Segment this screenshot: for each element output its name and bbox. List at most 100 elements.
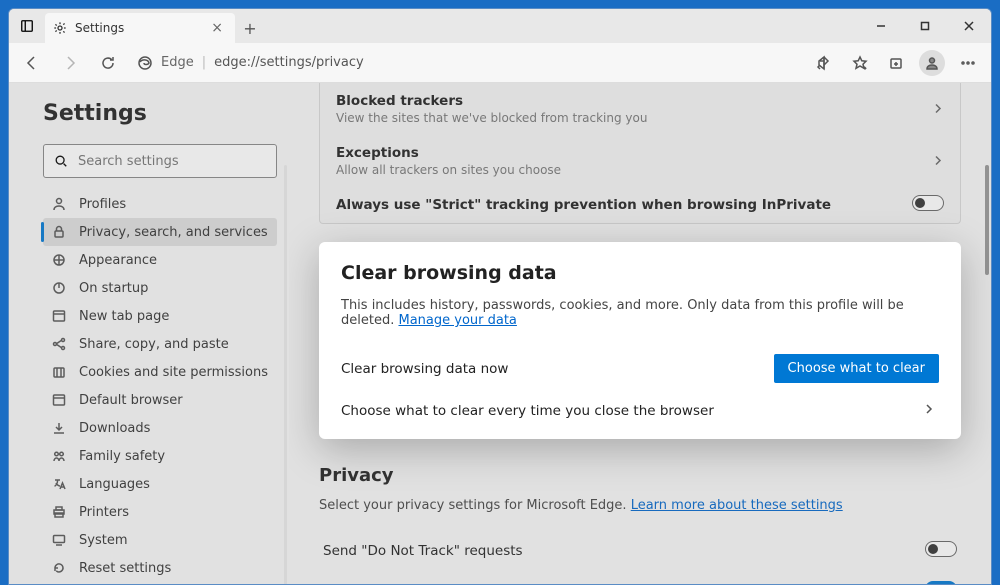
sidebar-item-label: Appearance: [79, 253, 157, 268]
titlebar: Settings × +: [9, 9, 991, 43]
clear-data-description: This includes history, passwords, cookie…: [341, 298, 939, 328]
close-button[interactable]: [947, 9, 991, 43]
sidebar-item-system[interactable]: System: [43, 526, 277, 554]
search-input[interactable]: [78, 154, 266, 169]
refresh-button[interactable]: [91, 47, 125, 79]
edge-icon: [137, 55, 153, 71]
strict-inprivate-toggle[interactable]: [912, 195, 944, 215]
reset-icon: [51, 560, 67, 576]
sidebar-item-label: Default browser: [79, 393, 183, 408]
window-controls: [859, 9, 991, 43]
download-icon: [51, 420, 67, 436]
favorites-icon[interactable]: [843, 47, 877, 79]
app-menu-icon[interactable]: [9, 9, 45, 43]
sidebar-item-languages[interactable]: Languages: [43, 470, 277, 498]
settings-heading: Settings: [43, 101, 277, 126]
dnt-label: Send "Do Not Track" requests: [323, 543, 523, 559]
tab-title: Settings: [75, 21, 124, 35]
gear-icon: [53, 21, 67, 35]
dnt-row: Send "Do Not Track" requests: [319, 531, 961, 571]
manage-your-data-link[interactable]: Manage your data: [398, 313, 516, 328]
browser-window: Settings × + Edge | edge://settings/priv…: [8, 8, 992, 585]
browser-tab[interactable]: Settings ×: [45, 13, 235, 43]
url-text: edge://settings/privacy: [214, 55, 364, 70]
power-icon: [51, 280, 67, 296]
sidebar-item-label: Family safety: [79, 449, 165, 464]
chevron-right-icon: [932, 152, 944, 171]
collections-icon[interactable]: [879, 47, 913, 79]
family-icon: [51, 448, 67, 464]
sidebar-item-privacy-search-and-services[interactable]: Privacy, search, and services: [43, 218, 277, 246]
search-settings-box[interactable]: [43, 144, 277, 178]
sidebar-item-label: Profiles: [79, 197, 126, 212]
sidebar-item-label: Reset settings: [79, 561, 171, 576]
language-icon: [51, 476, 67, 492]
minimize-button[interactable]: [859, 9, 903, 43]
profile-avatar[interactable]: [915, 47, 949, 79]
blocked-trackers-title: Blocked trackers: [336, 93, 944, 109]
newtab-icon: [51, 308, 67, 324]
privacy-description: Select your privacy settings for Microso…: [319, 498, 961, 513]
system-icon: [51, 532, 67, 548]
sidebar-item-share-copy-and-paste[interactable]: Share, copy, and paste: [43, 330, 277, 358]
toolbar: Edge | edge://settings/privacy: [9, 43, 991, 83]
settings-nav: Profiles Privacy, search, and services App…: [43, 190, 277, 584]
profile-icon: [51, 196, 67, 212]
sidebar-item-label: System: [79, 533, 127, 548]
sidebar-item-phone-and-other-devices[interactable]: Phone and other devices: [43, 582, 277, 584]
payment-check-row: Allow sites to check if you have payment…: [319, 571, 961, 584]
chevron-right-icon: [932, 100, 944, 119]
chevron-right-icon: [923, 403, 939, 419]
sidebar-item-appearance[interactable]: Appearance: [43, 246, 277, 274]
new-tab-button[interactable]: +: [235, 13, 265, 43]
exceptions-row[interactable]: Exceptions Allow all trackers on sites y…: [320, 135, 960, 187]
forward-button[interactable]: [53, 47, 87, 79]
sidebar-item-on-startup[interactable]: On startup: [43, 274, 277, 302]
exceptions-sub: Allow all trackers on sites you choose: [336, 163, 944, 177]
blocked-trackers-row[interactable]: Blocked trackers View the sites that we'…: [320, 83, 960, 135]
clear-now-row: Clear browsing data now Choose what to c…: [341, 344, 939, 393]
read-aloud-icon[interactable]: [807, 47, 841, 79]
sidebar-item-label: Languages: [79, 477, 150, 492]
clear-on-close-row[interactable]: Choose what to clear every time you clos…: [341, 393, 939, 429]
share-icon: [51, 336, 67, 352]
sidebar-scrollbar[interactable]: [284, 165, 287, 584]
sidebar-item-default-browser[interactable]: Default browser: [43, 386, 277, 414]
clear-data-heading: Clear browsing data: [341, 262, 939, 284]
search-icon: [54, 154, 68, 168]
sidebar-item-family-safety[interactable]: Family safety: [43, 442, 277, 470]
sidebar-item-profiles[interactable]: Profiles: [43, 190, 277, 218]
clear-browsing-data-card: Clear browsing data This includes histor…: [319, 242, 961, 439]
sidebar-item-new-tab-page[interactable]: New tab page: [43, 302, 277, 330]
privacy-heading: Privacy: [319, 465, 961, 486]
address-separator: |: [202, 55, 206, 70]
strict-inprivate-title: Always use "Strict" tracking prevention …: [336, 197, 944, 213]
sidebar-item-label: Downloads: [79, 421, 150, 436]
sidebar-item-printers[interactable]: Printers: [43, 498, 277, 526]
sidebar-item-label: Cookies and site permissions: [79, 365, 268, 380]
cookie-icon: [51, 364, 67, 380]
sidebar-item-downloads[interactable]: Downloads: [43, 414, 277, 442]
sidebar-item-label: Privacy, search, and services: [79, 225, 268, 240]
clear-on-close-label: Choose what to clear every time you clos…: [341, 403, 714, 419]
maximize-button[interactable]: [903, 9, 947, 43]
tracking-prevention-card: Blocked trackers View the sites that we'…: [319, 83, 961, 224]
dnt-toggle[interactable]: [925, 541, 957, 561]
back-button[interactable]: [15, 47, 49, 79]
blocked-trackers-sub: View the sites that we've blocked from t…: [336, 111, 944, 125]
more-menu-icon[interactable]: [951, 47, 985, 79]
tab-close-icon[interactable]: ×: [207, 20, 227, 36]
exceptions-title: Exceptions: [336, 145, 944, 161]
sidebar-item-cookies-and-site-permissions[interactable]: Cookies and site permissions: [43, 358, 277, 386]
engine-label: Edge: [161, 55, 194, 70]
address-bar[interactable]: Edge | edge://settings/privacy: [129, 48, 803, 78]
payment-check-toggle[interactable]: [925, 581, 957, 584]
privacy-learn-more-link[interactable]: Learn more about these settings: [631, 498, 843, 513]
settings-main: Blocked trackers View the sites that we'…: [289, 83, 991, 584]
clear-now-label: Clear browsing data now: [341, 361, 508, 377]
main-scrollbar[interactable]: [985, 165, 989, 275]
privacy-desc-text: Select your privacy settings for Microso…: [319, 498, 631, 513]
content-area: Settings Profiles Privacy, search, and se…: [9, 83, 991, 584]
choose-what-to-clear-button[interactable]: Choose what to clear: [774, 354, 939, 383]
sidebar-item-reset-settings[interactable]: Reset settings: [43, 554, 277, 582]
